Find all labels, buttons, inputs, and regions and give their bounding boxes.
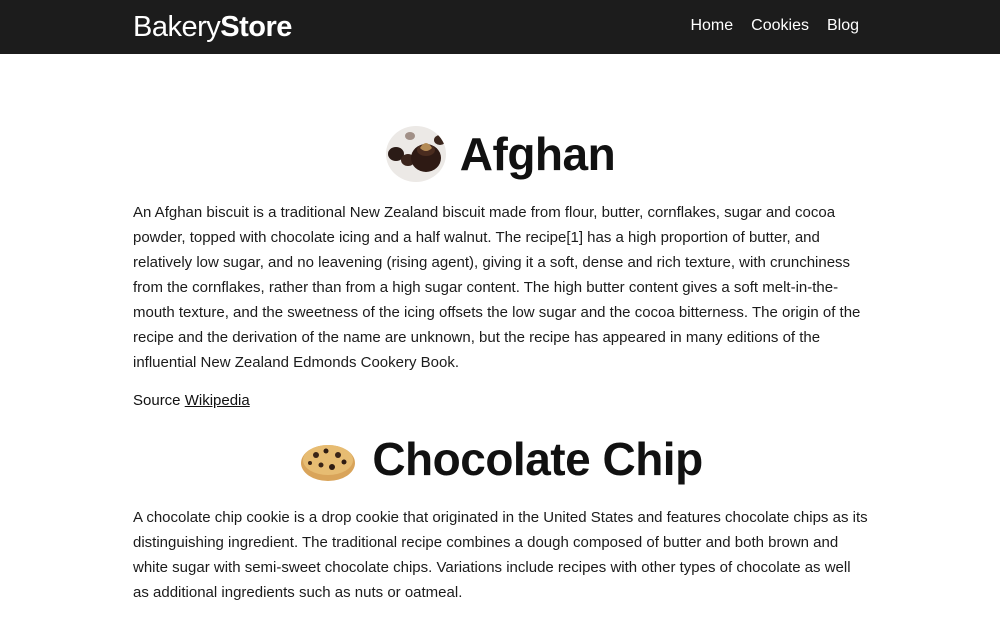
article-afghan: Afghan An Afghan biscuit is a traditiona… [133,126,868,411]
brand-logo[interactable]: BakeryStore [133,9,292,45]
navbar: BakeryStore Home Cookies Blog [0,0,1000,54]
article-title: Chocolate Chip [372,433,703,485]
chocolate-chip-cookie-image [298,431,359,487]
main-nav: Home Cookies Blog [690,15,859,37]
article-heading: Chocolate Chip [133,431,868,487]
article-heading: Afghan [133,126,868,182]
nav-link-home[interactable]: Home [690,15,733,37]
article-chocolate-chip: Chocolate Chip A chocolate chip cookie i… [133,431,868,605]
brand-name-bold: Store [220,11,292,43]
nav-link-cookies[interactable]: Cookies [751,15,809,37]
source-label: Source [133,392,181,409]
article-source: Source Wikipedia [133,391,868,411]
article-title: Afghan [459,128,616,180]
source-link-wikipedia[interactable]: Wikipedia [185,392,250,409]
brand-name-light: Bakery [133,11,221,43]
afghan-biscuit-image [385,126,446,182]
article-description: An Afghan biscuit is a traditional New Z… [133,204,861,371]
main-content: Afghan An Afghan biscuit is a traditiona… [133,54,868,605]
nav-link-blog[interactable]: Blog [827,15,859,37]
article-description: A chocolate chip cookie is a drop cookie… [133,509,868,601]
